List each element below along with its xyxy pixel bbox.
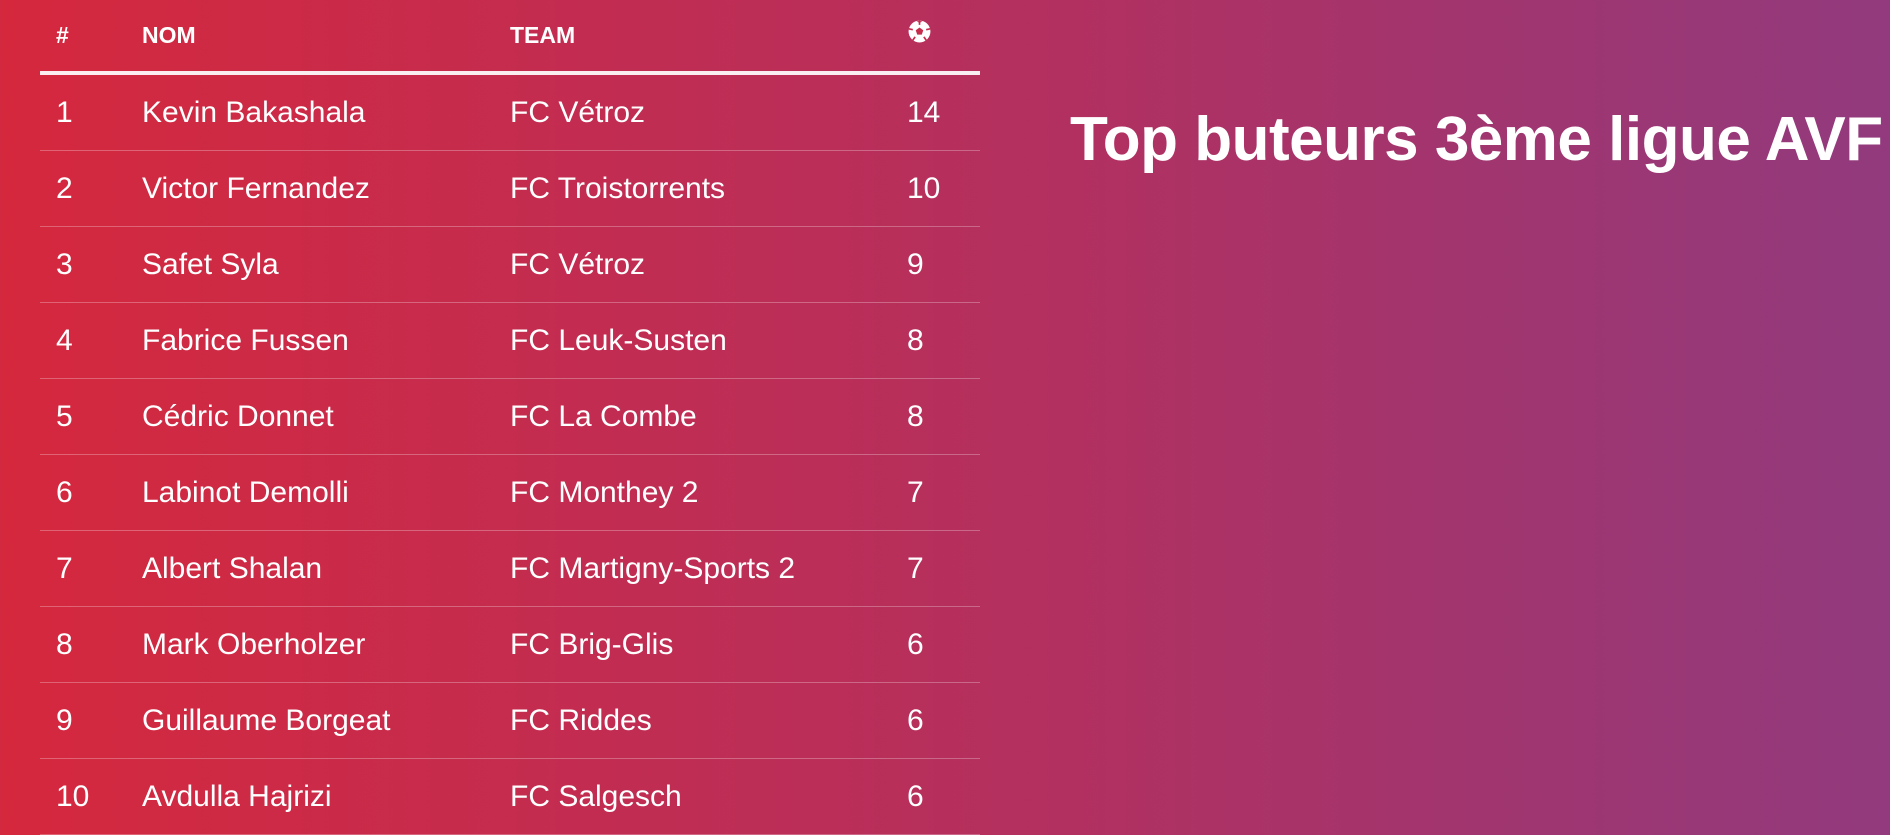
team-cell: FC Vétroz — [510, 73, 907, 151]
rank-cell: 3 — [40, 226, 142, 303]
table-row: 8 Mark Oberholzer FC Brig-Glis 6 — [40, 606, 980, 683]
team-cell: FC La Combe — [510, 378, 907, 455]
team-cell: FC Salgesch — [510, 758, 907, 835]
name-cell: Safet Syla — [142, 226, 510, 303]
name-cell: Kevin Bakashala — [142, 73, 510, 151]
header-rank: # — [40, 0, 142, 75]
goals-cell: 6 — [907, 682, 980, 759]
table-row: 7 Albert Shalan FC Martigny-Sports 2 7 — [40, 530, 980, 607]
name-cell: Albert Shalan — [142, 530, 510, 607]
name-cell: Labinot Demolli — [142, 454, 510, 531]
name-cell: Avdulla Hajrizi — [142, 758, 510, 835]
name-cell: Fabrice Fussen — [142, 302, 510, 379]
goals-cell: 6 — [907, 758, 980, 835]
goals-cell: 14 — [907, 73, 980, 151]
table-row: 5 Cédric Donnet FC La Combe 8 — [40, 378, 980, 455]
rank-cell: 2 — [40, 150, 142, 227]
table-row: 1 Kevin Bakashala FC Vétroz 14 — [40, 73, 980, 151]
rank-cell: 1 — [40, 73, 142, 151]
rank-cell: 9 — [40, 682, 142, 759]
header-team: TEAM — [510, 0, 907, 75]
table-body: 1 Kevin Bakashala FC Vétroz 14 2 Victor … — [40, 73, 980, 835]
team-cell: FC Monthey 2 — [510, 454, 907, 531]
rank-cell: 10 — [40, 758, 142, 835]
team-cell: FC Martigny-Sports 2 — [510, 530, 907, 607]
goals-cell: 10 — [907, 150, 980, 227]
rank-cell: 4 — [40, 302, 142, 379]
table-row: 6 Labinot Demolli FC Monthey 2 7 — [40, 454, 980, 531]
goals-cell: 6 — [907, 606, 980, 683]
team-cell: FC Vétroz — [510, 226, 907, 303]
team-cell: FC Brig-Glis — [510, 606, 907, 683]
rank-cell: 8 — [40, 606, 142, 683]
name-cell: Cédric Donnet — [142, 378, 510, 455]
table-row: 9 Guillaume Borgeat FC Riddes 6 — [40, 682, 980, 759]
name-cell: Victor Fernandez — [142, 150, 510, 227]
goals-cell: 7 — [907, 454, 980, 531]
top-scorers-table: # NOM TEAM 1 Kevin Bakashala FC Vétroz 1… — [40, 0, 980, 835]
team-cell: FC Troistorrents — [510, 150, 907, 227]
goals-cell: 9 — [907, 226, 980, 303]
goals-cell: 8 — [907, 302, 980, 379]
team-cell: FC Riddes — [510, 682, 907, 759]
table-row: 2 Victor Fernandez FC Troistorrents 10 — [40, 150, 980, 227]
table-header: # NOM TEAM — [40, 0, 980, 75]
page-title: Top buteurs 3ème ligue AVF — [1070, 105, 1883, 174]
rank-cell: 7 — [40, 530, 142, 607]
team-cell: FC Leuk-Susten — [510, 302, 907, 379]
scorers-table-container: # NOM TEAM 1 Kevin Bakashala FC Vétroz 1… — [40, 0, 980, 835]
goals-cell: 7 — [907, 530, 980, 607]
soccer-ball-icon — [907, 19, 932, 50]
table-row: 10 Avdulla Hajrizi FC Salgesch 6 — [40, 758, 980, 835]
goals-cell: 8 — [907, 378, 980, 455]
header-row: # NOM TEAM — [40, 0, 980, 75]
table-row: 4 Fabrice Fussen FC Leuk-Susten 8 — [40, 302, 980, 379]
name-cell: Guillaume Borgeat — [142, 682, 510, 759]
table-row: 3 Safet Syla FC Vétroz 9 — [40, 226, 980, 303]
header-name: NOM — [142, 0, 510, 75]
header-goals — [907, 0, 980, 75]
name-cell: Mark Oberholzer — [142, 606, 510, 683]
rank-cell: 6 — [40, 454, 142, 531]
rank-cell: 5 — [40, 378, 142, 455]
